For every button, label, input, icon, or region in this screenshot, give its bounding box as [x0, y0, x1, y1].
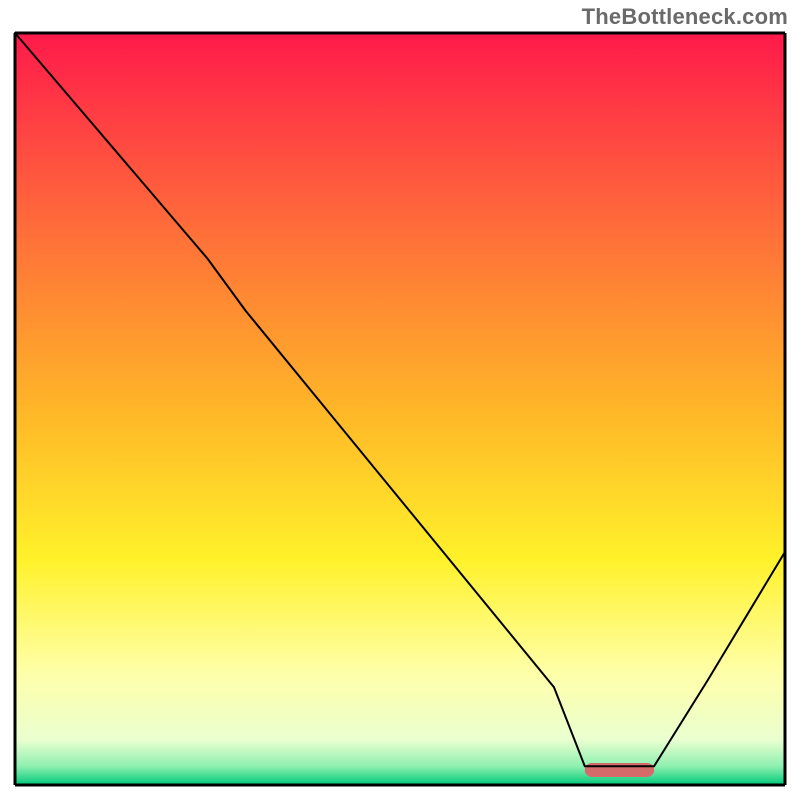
bottom-range-marker	[585, 763, 654, 777]
watermark-text: TheBottleneck.com	[582, 4, 788, 30]
chart-background-gradient	[15, 33, 785, 785]
bottleneck-chart	[12, 30, 788, 788]
chart-container	[12, 30, 788, 788]
